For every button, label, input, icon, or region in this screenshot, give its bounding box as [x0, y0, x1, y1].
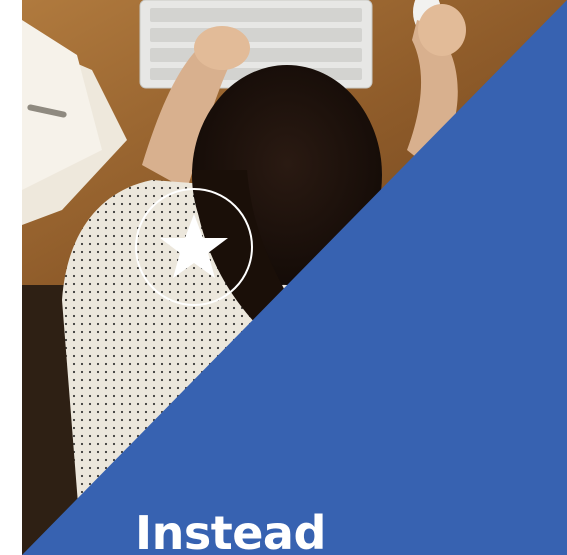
- headline: Instead: [135, 506, 326, 555]
- star-badge: [135, 188, 253, 306]
- hero-photo: [22, 0, 567, 555]
- star-icon: [160, 214, 228, 278]
- blue-diagonal-panel: [22, 0, 567, 555]
- hero-page: Instead: [0, 0, 567, 555]
